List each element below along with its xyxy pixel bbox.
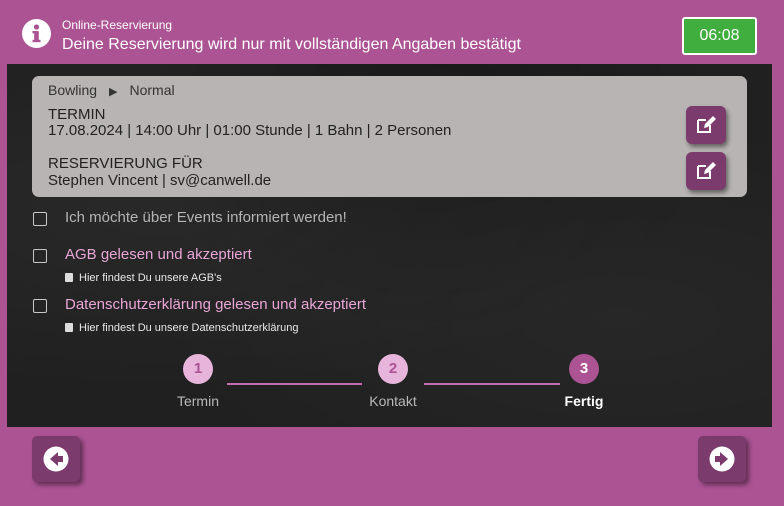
app-frame: Online-Reservierung Deine Reservierung w… [0,0,784,506]
reservierung-value: Stephen Vincent | sv@canwell.de [48,172,272,189]
step-3-label: Fertig [564,393,604,409]
step-connector [424,383,560,385]
reservierung-label: RESERVIERUNG FÜR [48,155,203,172]
events-checkbox[interactable] [33,212,47,226]
edit-contact-button[interactable] [686,152,726,190]
header-title: Deine Reservierung wird nur mit vollstän… [62,36,521,53]
agb-link-text[interactable]: Hier findest Du unsere AGB's [79,272,222,284]
step-2-circle: 2 [378,354,408,384]
edit-pencil-icon [697,162,716,179]
main-panel: Bowling ▶ Normal TERMIN 17.08.2024 | 14:00… [7,64,772,427]
privacy-checkbox[interactable] [33,299,47,313]
book-icon [65,273,73,282]
agb-checkbox-label[interactable]: AGB gelesen und akzeptiert [65,246,252,263]
header-bar: Online-Reservierung Deine Reservierung w… [7,3,777,63]
book-icon [65,323,73,332]
breadcrumb: Bowling ▶ Normal [48,82,175,98]
header-subtitle: Online-Reservierung [62,18,173,32]
breadcrumb-separator-icon: ▶ [109,86,118,98]
reservation-summary: Bowling ▶ Normal TERMIN 17.08.2024 | 14:00… [32,76,747,197]
info-circle-icon [22,19,51,48]
privacy-checkbox-label[interactable]: Datenschutzerklärung gelesen und akzepti… [65,296,366,313]
agb-link[interactable]: Hier findest Du unsere AGB's [65,272,222,284]
step-1-label: Termin [176,393,219,409]
edit-termin-button[interactable] [686,106,726,144]
back-button[interactable] [32,436,80,482]
step-1-circle: 1 [183,354,213,384]
termin-label: TERMIN [48,106,106,123]
termin-value: 17.08.2024 | 14:00 Uhr | 01:00 Stunde | … [48,122,452,139]
breadcrumb-item: Normal [129,82,175,98]
arrow-right-circle-icon [709,446,735,472]
agb-checkbox[interactable] [33,249,47,263]
edit-pencil-icon [697,116,716,133]
arrow-left-circle-icon [43,446,69,472]
privacy-link-text[interactable]: Hier findest Du unsere Datenschutzerklär… [79,322,299,334]
breadcrumb-item: Bowling [48,82,98,98]
events-checkbox-label[interactable]: Ich möchte über Events informiert werden… [65,209,347,226]
next-button[interactable] [698,436,746,482]
step-connector [227,383,362,385]
privacy-link[interactable]: Hier findest Du unsere Datenschutzerklär… [65,322,299,334]
step-3-circle: 3 [569,354,599,384]
step-2-label: Kontakt [369,393,417,409]
countdown-timer: 06:08 [682,17,757,55]
